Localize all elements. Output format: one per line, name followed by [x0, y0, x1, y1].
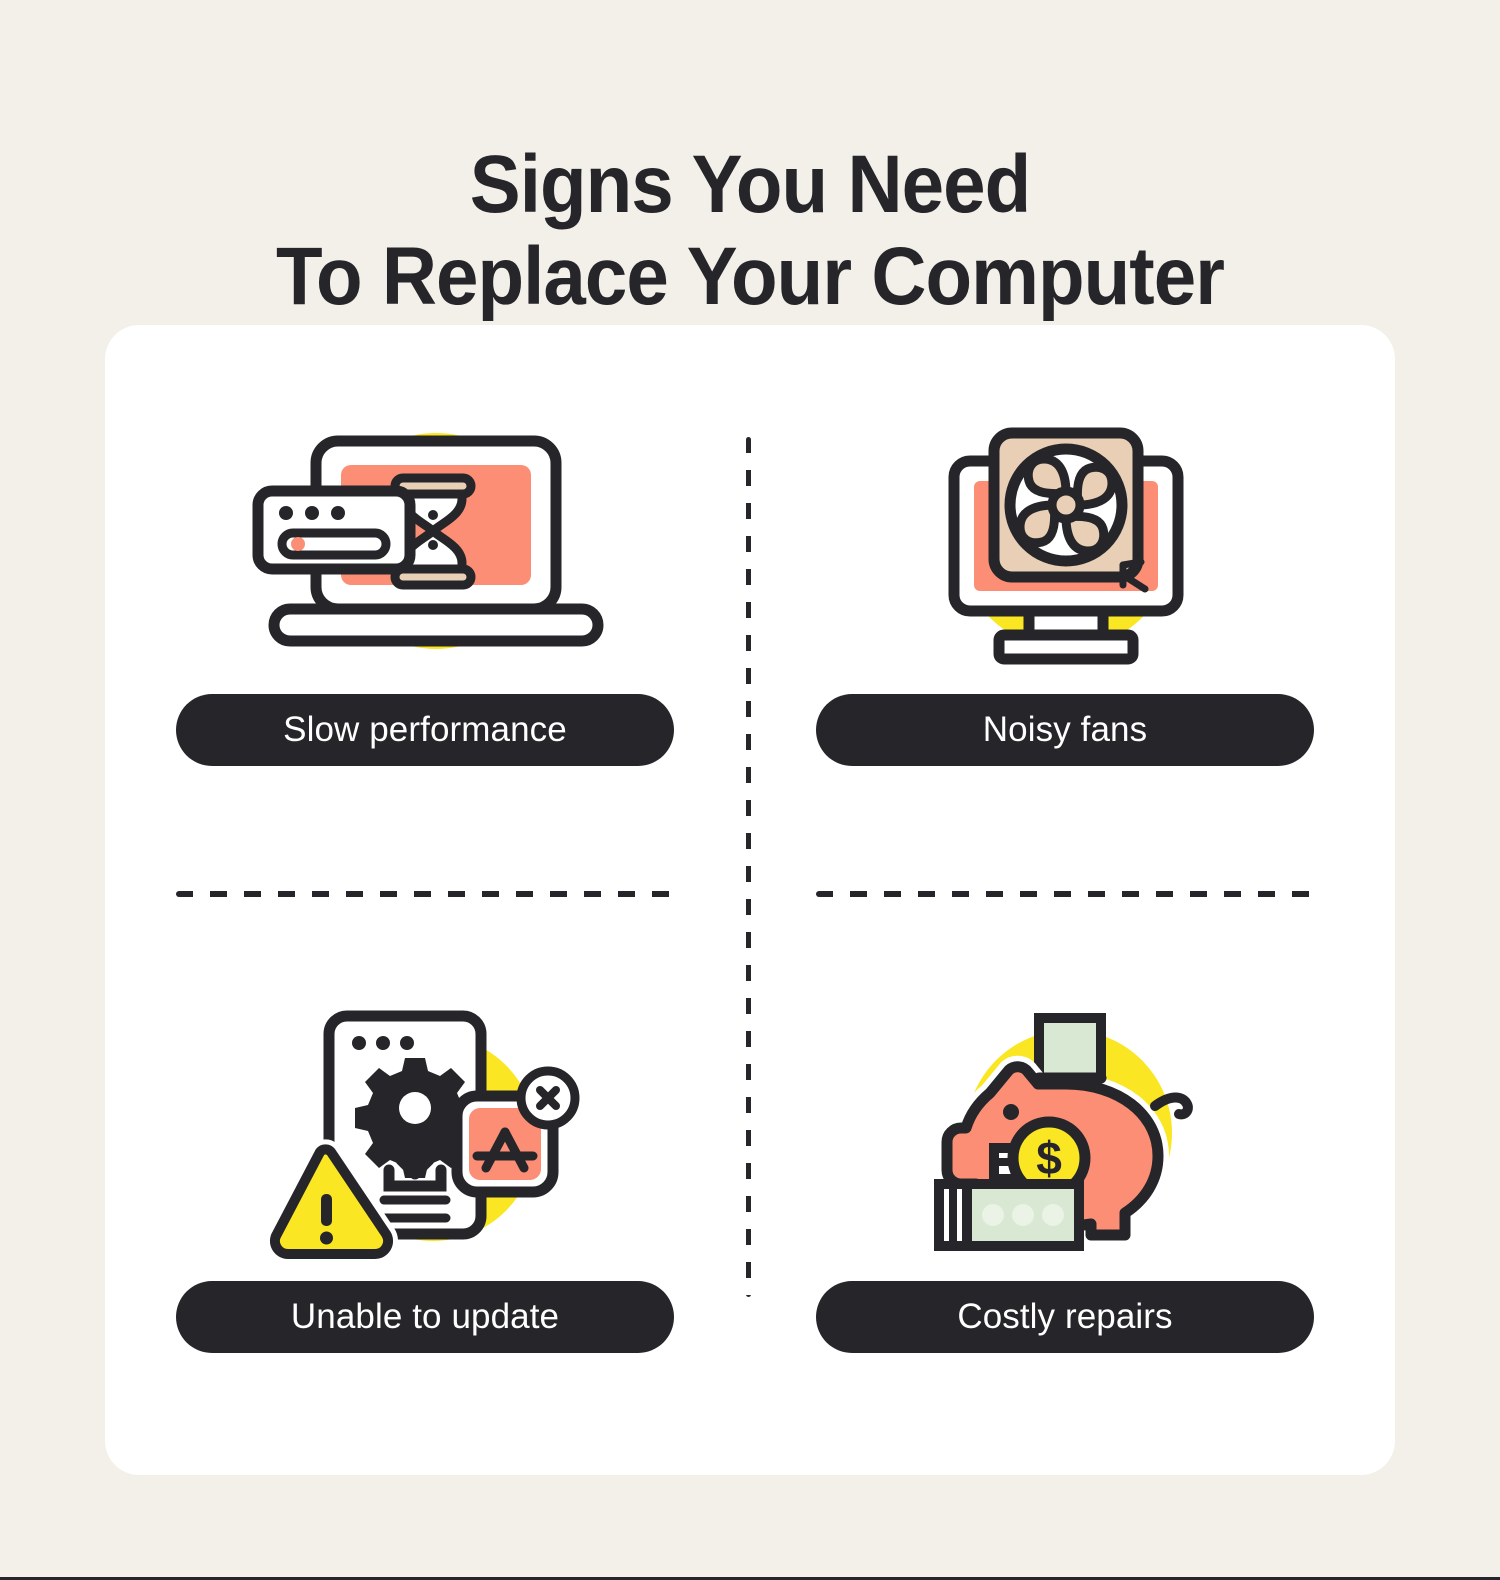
laptop-hourglass-illustration: [176, 420, 676, 670]
page-title-line-1: Signs You Need: [469, 138, 1031, 230]
piggy-bank-illustration: $: [816, 995, 1316, 1265]
document-dot-2: [376, 1035, 390, 1050]
piggy-bank-icon: $: [934, 1012, 1193, 1251]
laptop-base: [268, 603, 604, 646]
close-icon: [536, 1085, 560, 1110]
fan-hub: [1047, 486, 1085, 523]
sign-item-unable-to-update[interactable]: Unable to update: [176, 995, 676, 1353]
monitor-fan-icon: [948, 427, 1184, 664]
window-dot-3: [331, 505, 345, 520]
page-title: Signs You Need To Replace Your Computer: [53, 139, 1448, 323]
pig-eye: [1003, 1103, 1019, 1120]
window-dot-1: [279, 505, 293, 520]
sign-item-costly-repairs[interactable]: $ Costly repairs: [816, 995, 1316, 1353]
monitor-foot: [993, 629, 1139, 664]
dollar-sign-glyph: $: [1036, 1132, 1062, 1184]
sign-label-text: Unable to update: [290, 1297, 560, 1336]
progress-bar-indicator: [291, 536, 305, 551]
vertical-dashed-divider: [746, 437, 751, 1297]
loading-window-overlay: [252, 485, 416, 574]
sign-item-noisy-fans[interactable]: Noisy fans: [816, 420, 1316, 766]
document-dot-1: [352, 1035, 366, 1050]
horizontal-dashed-divider-left: [176, 891, 676, 897]
sign-label-slow-performance[interactable]: Slow performance: [176, 694, 674, 766]
laptop-hourglass-icon: [252, 432, 604, 649]
banknote-stack: [934, 1178, 1084, 1251]
page-title-line-2: To Replace Your Computer: [275, 230, 1225, 322]
sign-label-text: Costly repairs: [957, 1297, 1173, 1336]
sign-label-text: Noisy fans: [982, 710, 1148, 749]
update-failure-illustration: [176, 995, 676, 1265]
sign-label-unable-to-update[interactable]: Unable to update: [176, 1281, 674, 1353]
window-dot-2: [305, 505, 319, 520]
document-dot-3: [400, 1035, 414, 1050]
sign-label-noisy-fans[interactable]: Noisy fans: [816, 694, 1314, 766]
warning-exclamation-dot: [320, 1231, 333, 1244]
sign-item-slow-performance[interactable]: Slow performance: [176, 420, 676, 766]
warning-exclamation-bar: [321, 1193, 332, 1226]
update-failure-icon: [264, 1010, 580, 1264]
sign-label-costly-repairs[interactable]: Costly repairs: [816, 1281, 1314, 1353]
monitor-fan-illustration: [816, 420, 1316, 670]
horizontal-dashed-divider-right: [816, 891, 1316, 897]
slot-banknote: [1034, 1012, 1106, 1083]
sign-label-text: Slow performance: [283, 710, 567, 749]
